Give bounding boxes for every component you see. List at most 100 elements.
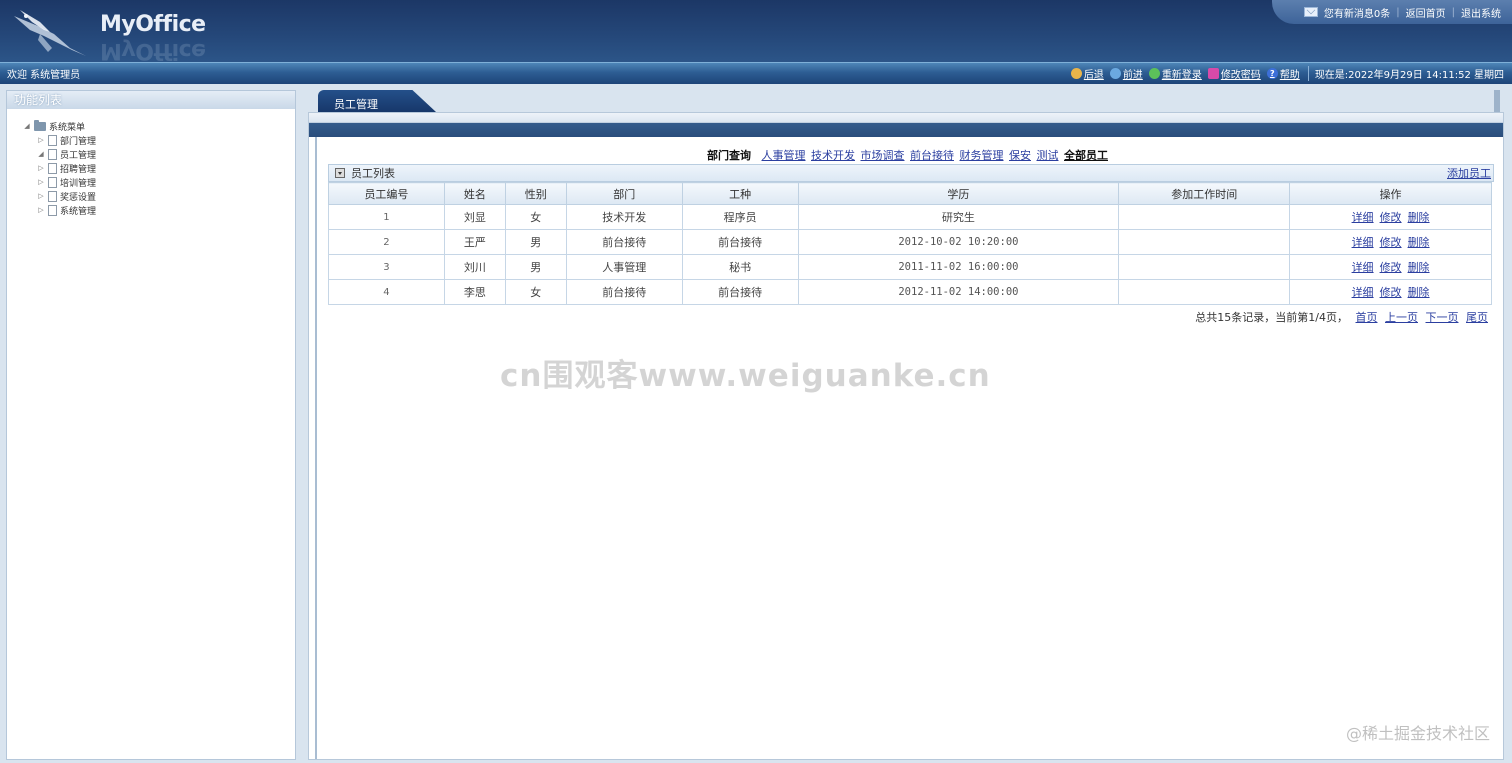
help-label: 帮助 — [1279, 70, 1300, 81]
filter-link-market[interactable]: 市场调查 — [861, 149, 905, 162]
home-link[interactable]: 返回首页 — [1406, 5, 1446, 20]
table-row: 1 刘显 女 技术开发 程序员 研究生 详细 修改 删除 — [328, 204, 1492, 230]
edit-link[interactable]: 修改 — [1380, 286, 1402, 299]
filter-link-reception[interactable]: 前台接待 — [910, 149, 954, 162]
pagination-summary: 总共15条记录，当前第1/4页， — [1195, 311, 1348, 324]
mail-icon — [1303, 7, 1318, 17]
top-links: 您有新消息0条 | 返回首页 | 退出系统 — [1272, 0, 1512, 24]
cell-dept: 人事管理 — [565, 254, 683, 280]
folder-icon — [34, 119, 46, 131]
prev-page-link[interactable]: 上一页 — [1385, 311, 1418, 324]
collapsed-arrow-icon[interactable]: ▷ — [37, 164, 45, 172]
expanded-arrow-icon[interactable]: ◢ — [23, 122, 31, 130]
edit-link[interactable]: 修改 — [1380, 211, 1402, 224]
collapse-toggle-icon[interactable] — [335, 168, 345, 178]
menu-tree: ◢ 系统菜单 ▷ 部门管理 ◢ 员工管理 ▷ 招聘管理 ▷ 培训管理 ▷ 奖惩设… — [7, 109, 295, 217]
separator: | — [1451, 6, 1455, 18]
collapsed-arrow-icon[interactable]: ▷ — [37, 192, 45, 200]
scrollbar[interactable] — [1494, 90, 1500, 112]
center-watermark: cn围观客www.weiguanke.cn — [500, 358, 991, 394]
sidebar-item-training[interactable]: ▷ 培训管理 — [23, 175, 295, 189]
cell-start-date — [1118, 204, 1291, 230]
filter-link-finance[interactable]: 财务管理 — [960, 149, 1004, 162]
help-button[interactable]: ? 帮助 — [1266, 66, 1300, 81]
back-label: 后退 — [1083, 70, 1104, 81]
change-password-button[interactable]: 修改密码 — [1207, 66, 1261, 81]
cell-job: 程序员 — [681, 204, 799, 230]
panel-header-bar — [309, 113, 1503, 137]
back-icon — [1070, 68, 1082, 79]
detail-link[interactable]: 详细 — [1352, 211, 1374, 224]
sidebar-item-dept[interactable]: ▷ 部门管理 — [23, 133, 295, 147]
sidebar-item-system[interactable]: ▷ 系统管理 — [23, 203, 295, 217]
sidebar-item-rewards[interactable]: ▷ 奖惩设置 — [23, 189, 295, 203]
edit-link[interactable]: 修改 — [1380, 261, 1402, 274]
filter-link-all[interactable]: 全部员工 — [1064, 149, 1108, 162]
column-header: 部门 — [565, 182, 683, 205]
expanded-arrow-icon[interactable]: ◢ — [37, 150, 45, 158]
document-icon — [48, 176, 57, 188]
forward-label: 前进 — [1122, 70, 1143, 81]
messages-link[interactable]: 您有新消息0条 — [1324, 5, 1390, 20]
tree-root[interactable]: ◢ 系统菜单 — [23, 119, 295, 133]
cell-gender: 男 — [504, 229, 567, 255]
sidebar-item-label: 系统管理 — [60, 206, 97, 217]
column-header: 姓名 — [443, 182, 506, 205]
first-page-link[interactable]: 首页 — [1356, 311, 1378, 324]
help-icon: ? — [1266, 68, 1278, 79]
delete-link[interactable]: 删除 — [1408, 236, 1430, 249]
sidebar-item-employee[interactable]: ◢ 员工管理 — [23, 147, 295, 161]
detail-link[interactable]: 详细 — [1352, 286, 1374, 299]
cell-job: 前台接待 — [681, 279, 799, 305]
department-filter: 部门查询 人事管理 技术开发 市场调查 前台接待 财务管理 保安 测试 全部员工 — [317, 147, 1499, 163]
last-page-link[interactable]: 尾页 — [1466, 311, 1488, 324]
toolbar-tools: 后退 前进 重新登录 修改密码 ? 帮助 现在是:2022年9月29日 14:11… — [1065, 66, 1512, 81]
delete-link[interactable]: 删除 — [1408, 211, 1430, 224]
detail-link[interactable]: 详细 — [1352, 236, 1374, 249]
cell-id: 3 — [328, 254, 445, 280]
table-row: 3 刘川 男 人事管理 秘书 2011-11-02 16:00:00 详细 修改删… — [328, 254, 1492, 280]
change-password-label: 修改密码 — [1220, 70, 1261, 81]
delete-link[interactable]: 删除 — [1408, 286, 1430, 299]
cell-dept: 前台接待 — [565, 229, 683, 255]
forward-button[interactable]: 前进 — [1109, 66, 1143, 81]
cell-actions: 详细 修改 删除 — [1289, 254, 1492, 280]
cell-id: 2 — [328, 229, 445, 255]
cell-education: 2012-10-02 10:20:00 — [797, 229, 1120, 255]
filter-link-test[interactable]: 测试 — [1037, 149, 1059, 162]
sidebar-item-recruit[interactable]: ▷ 招聘管理 — [23, 161, 295, 175]
detail-link[interactable]: 详细 — [1352, 261, 1374, 274]
column-header: 操作 — [1289, 182, 1492, 205]
cell-start-date — [1118, 229, 1291, 255]
lock-icon — [1207, 68, 1219, 79]
sidebar-title: 功能列表 — [7, 91, 295, 109]
table-row: 4 李思 女 前台接待 前台接待 2012-11-02 14:00:00 详细修… — [328, 279, 1492, 305]
cell-education: 研究生 — [797, 204, 1120, 230]
add-employee-link[interactable]: 添加员工 — [1447, 165, 1491, 181]
logout-link[interactable]: 退出系统 — [1461, 5, 1501, 20]
table-row: 2 王严 男 前台接待 前台接待 2012-10-02 10:20:00 详细修… — [328, 229, 1492, 255]
collapsed-arrow-icon[interactable]: ▷ — [37, 178, 45, 186]
cell-job: 前台接待 — [681, 229, 799, 255]
edit-link[interactable]: 修改 — [1380, 236, 1402, 249]
delete-link[interactable]: 删除 — [1408, 261, 1430, 274]
tab-employee-management[interactable]: 员工管理 — [318, 90, 436, 112]
collapsed-arrow-icon[interactable]: ▷ — [37, 206, 45, 214]
tree-root-label: 系统菜单 — [49, 122, 86, 133]
filter-link-security[interactable]: 保安 — [1009, 149, 1031, 162]
filter-link-tech[interactable]: 技术开发 — [811, 149, 855, 162]
document-icon — [48, 162, 57, 174]
bird-logo-icon — [14, 10, 86, 56]
relogin-button[interactable]: 重新登录 — [1148, 66, 1202, 81]
document-icon — [48, 134, 57, 146]
cell-actions: 详细 修改 删除 — [1289, 279, 1492, 305]
back-button[interactable]: 后退 — [1070, 66, 1104, 81]
sidebar-item-label: 招聘管理 — [60, 164, 97, 175]
content-panel: 部门查询 人事管理 技术开发 市场调查 前台接待 财务管理 保安 测试 全部员工… — [308, 112, 1504, 760]
pagination: 总共15条记录，当前第1/4页， 首页 上一页 下一页 尾页 — [1195, 309, 1488, 325]
filter-link-hr[interactable]: 人事管理 — [762, 149, 806, 162]
column-header: 员工编号 — [328, 182, 445, 205]
collapsed-arrow-icon[interactable]: ▷ — [37, 136, 45, 144]
next-page-link[interactable]: 下一页 — [1426, 311, 1459, 324]
cell-start-date — [1118, 279, 1291, 305]
